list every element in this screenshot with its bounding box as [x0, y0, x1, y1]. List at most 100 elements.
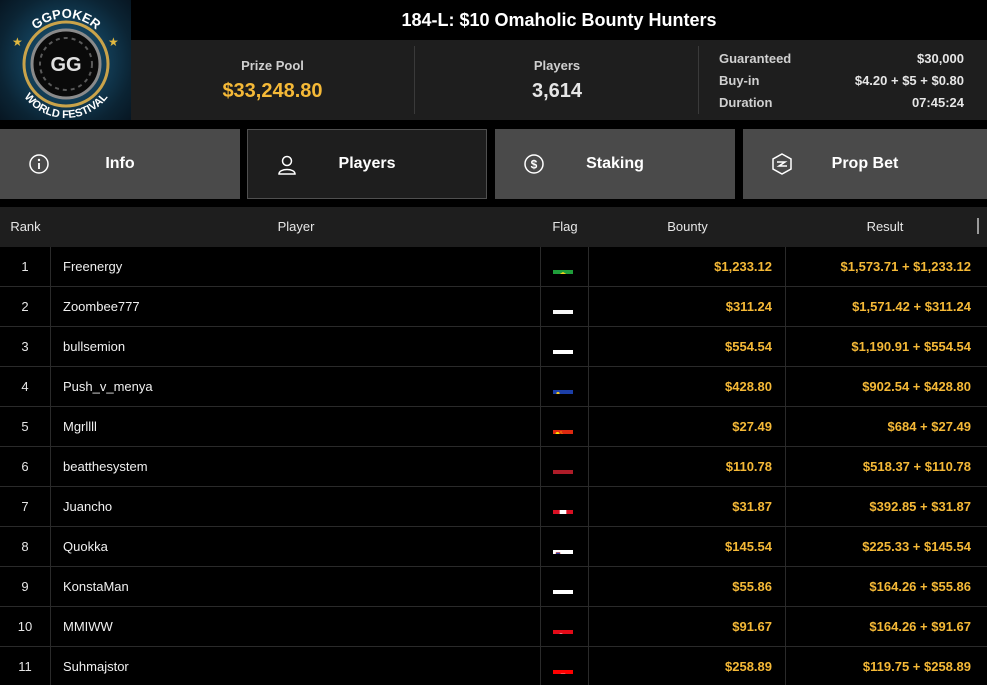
flag-cell	[541, 487, 589, 526]
result-cell: $225.33 + $145.54	[862, 539, 971, 554]
rank-cell: 8	[0, 527, 51, 566]
bounty-cell: $145.54	[589, 527, 786, 566]
rank-cell: 3	[0, 327, 51, 366]
player-name[interactable]: Quokka	[51, 527, 541, 566]
result-cell: $518.37 + $110.78	[862, 459, 971, 474]
players-value: 3,614	[531, 80, 583, 102]
result-cell: $119.75 + $258.89	[862, 659, 971, 674]
tournament-details: Guaranteed $30,000 Buy-in $4.20 + $5 + $…	[719, 48, 964, 114]
info-icon	[29, 154, 49, 174]
rank-cell: 2	[0, 287, 51, 326]
player-name[interactable]: Juancho	[51, 487, 541, 526]
peru-flag-icon	[553, 500, 573, 514]
table-body: 1 Freenergy $1,233.12 $1,573.71 + $1,233.12…	[0, 247, 987, 685]
prize-pool-stat: Prize Pool $33,248.80	[131, 40, 414, 120]
svg-text:$: $	[531, 158, 538, 172]
detail-key: Guaranteed	[719, 51, 792, 66]
table-row[interactable]: 10 MMIWW $91.67 $164.26 + $91.67	[0, 607, 987, 647]
table-row[interactable]: 2 Zoombee777 $311.24 $1,571.42 + $311.24	[0, 287, 987, 327]
column-header-bounty[interactable]: Bounty	[589, 207, 786, 247]
flag-cell	[541, 407, 589, 446]
flag-cell	[541, 327, 589, 366]
rank-cell: 1	[0, 247, 51, 286]
player-name[interactable]: MMIWW	[51, 607, 541, 646]
lightning-badge-icon	[772, 153, 792, 175]
ggpoker-world-festival-logo: GGPOKER GG WORLD FESTIVAL ★ ★	[0, 0, 131, 120]
bounty-cell: $1,233.12	[589, 247, 786, 286]
russia-flag-icon	[553, 340, 573, 354]
bounty-cell: $31.87	[589, 487, 786, 526]
flag-cell	[541, 567, 589, 606]
column-header-flag[interactable]: Flag	[541, 207, 589, 247]
player-name[interactable]: bullsemion	[51, 327, 541, 366]
player-name[interactable]: Freenergy	[51, 247, 541, 286]
result-cell: $902.54 + $428.80	[862, 379, 971, 394]
result-cell: $164.26 + $55.86	[869, 579, 971, 594]
turkey-flag-icon	[553, 620, 573, 634]
detail-buy-in: Buy-in $4.20 + $5 + $0.80	[719, 70, 964, 92]
prize-pool-label: Prize Pool	[241, 58, 304, 73]
prize-pool-value: $33,248.80	[222, 80, 323, 102]
cyprus-flag-icon	[553, 300, 573, 314]
tournament-title: 184-L: $10 Omaholic Bounty Hunters	[401, 9, 717, 30]
rank-cell: 4	[0, 367, 51, 406]
bounty-cell: $258.89	[589, 647, 786, 685]
detail-guaranteed: Guaranteed $30,000	[719, 48, 964, 70]
scrollbar[interactable]	[977, 218, 979, 234]
result-cell: $1,190.91 + $554.54	[851, 339, 971, 354]
tab-info[interactable]: Info	[0, 129, 240, 199]
player-name[interactable]: Push_v_menya	[51, 367, 541, 406]
table-row[interactable]: 7 Juancho $31.87 $392.85 + $31.87	[0, 487, 987, 527]
players-label: Players	[533, 58, 581, 73]
player-name[interactable]: Zoombee777	[51, 287, 541, 326]
bounty-cell: $91.67	[589, 607, 786, 646]
result-cell: $164.26 + $91.67	[869, 619, 971, 634]
result-cell: $1,573.71 + $1,233.12	[840, 259, 971, 274]
player-name[interactable]: beatthesystem	[51, 447, 541, 486]
rank-cell: 7	[0, 487, 51, 526]
divider	[698, 46, 699, 114]
russia-flag-icon	[553, 580, 573, 594]
table-row[interactable]: 5 Mgrllll $27.49 $684 + $27.49	[0, 407, 987, 447]
flag-cell	[541, 527, 589, 566]
tournament-header: GGPOKER GG WORLD FESTIVAL ★ ★ 184-L: $10…	[0, 0, 987, 120]
bounty-cell: $311.24	[589, 287, 786, 326]
detail-duration: Duration 07:45:24	[719, 92, 964, 114]
player-name[interactable]: KonstaMan	[51, 567, 541, 606]
flag-cell	[541, 367, 589, 406]
detail-value: $4.20 + $5 + $0.80	[854, 73, 964, 88]
slovenia-flag-icon	[553, 540, 573, 554]
table-header: Rank Player Flag Bounty Result	[0, 207, 987, 247]
detail-key: Duration	[719, 95, 773, 110]
dollar-coin-icon: $	[524, 154, 544, 174]
player-name[interactable]: Mgrllll	[51, 407, 541, 446]
bounty-cell: $554.54	[589, 327, 786, 366]
flag-cell	[541, 447, 589, 486]
table-row[interactable]: 9 KonstaMan $55.86 $164.26 + $55.86	[0, 567, 987, 607]
player-name[interactable]: Suhmajstor	[51, 647, 541, 685]
column-header-player[interactable]: Player	[51, 207, 541, 247]
table-row[interactable]: 3 bullsemion $554.54 $1,190.91 + $554.54	[0, 327, 987, 367]
svg-text:★: ★	[108, 35, 119, 49]
result-cell: $392.85 + $31.87	[869, 499, 971, 514]
table-row[interactable]: 8 Quokka $145.54 $225.33 + $145.54	[0, 527, 987, 567]
tab-prop-bet[interactable]: Prop Bet	[743, 129, 987, 199]
column-header-rank[interactable]: Rank	[0, 207, 51, 247]
rank-cell: 9	[0, 567, 51, 606]
column-header-result[interactable]: Result	[786, 207, 984, 247]
tab-players[interactable]: Players	[247, 129, 487, 199]
bounty-cell: $27.49	[589, 407, 786, 446]
table-row[interactable]: 6 beatthesystem $110.78 $518.37 + $110.78	[0, 447, 987, 487]
table-row[interactable]: 4 Push_v_menya $428.80 $902.54 + $428.80	[0, 367, 987, 407]
flag-cell	[541, 647, 589, 685]
rank-cell: 6	[0, 447, 51, 486]
table-row[interactable]: 11 Suhmajstor $258.89 $119.75 + $258.89	[0, 647, 987, 685]
players-table: Rank Player Flag Bounty Result 1 Freenerg…	[0, 207, 987, 685]
croatia-flag-icon	[553, 660, 573, 674]
netherlands-flag-icon	[553, 460, 573, 474]
rank-cell: 10	[0, 607, 51, 646]
tab-staking[interactable]: $ Staking	[495, 129, 735, 199]
table-row[interactable]: 1 Freenergy $1,233.12 $1,573.71 + $1,233.12	[0, 247, 987, 287]
detail-value: $30,000	[917, 51, 964, 66]
detail-key: Buy-in	[719, 73, 760, 88]
